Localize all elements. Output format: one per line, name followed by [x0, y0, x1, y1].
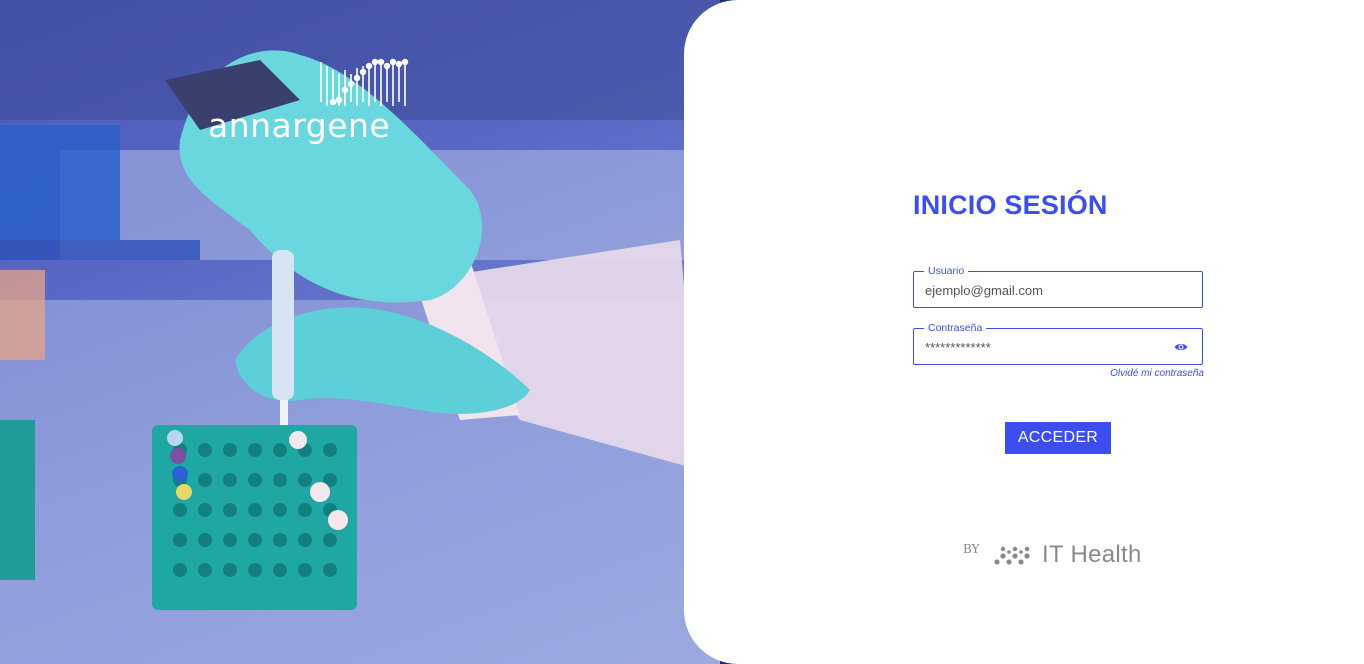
password-field[interactable]: Contraseña ************* [913, 321, 1203, 365]
eye-icon[interactable] [1174, 341, 1188, 353]
username-label: Usuario [924, 264, 969, 278]
it-health-logo-icon [994, 546, 1030, 565]
dna-lines-icon [320, 58, 409, 106]
page-title: INICIO SESIÓN [913, 190, 1108, 220]
brand-wordmark: annargene [208, 106, 391, 145]
footer-brand: BY IT Health [963, 540, 1173, 572]
forgot-password-link[interactable]: Olvidé mi contraseña [1094, 368, 1204, 379]
login-button[interactable]: ACCEDER [1005, 422, 1111, 454]
username-field[interactable]: Usuario ejemplo@gmail.com [913, 264, 1203, 308]
by-label: BY [963, 542, 980, 556]
it-health-wordmark: IT Health [1042, 541, 1142, 568]
brand-logo: annargene [208, 56, 418, 152]
login-panel: INICIO SESIÓN Usuario ejemplo@gmail.com … [684, 0, 1364, 664]
password-input[interactable]: ************* [925, 339, 1165, 356]
username-input[interactable]: ejemplo@gmail.com [925, 282, 1165, 299]
password-label: Contraseña [924, 321, 987, 335]
hero-image: annargene [0, 0, 720, 664]
